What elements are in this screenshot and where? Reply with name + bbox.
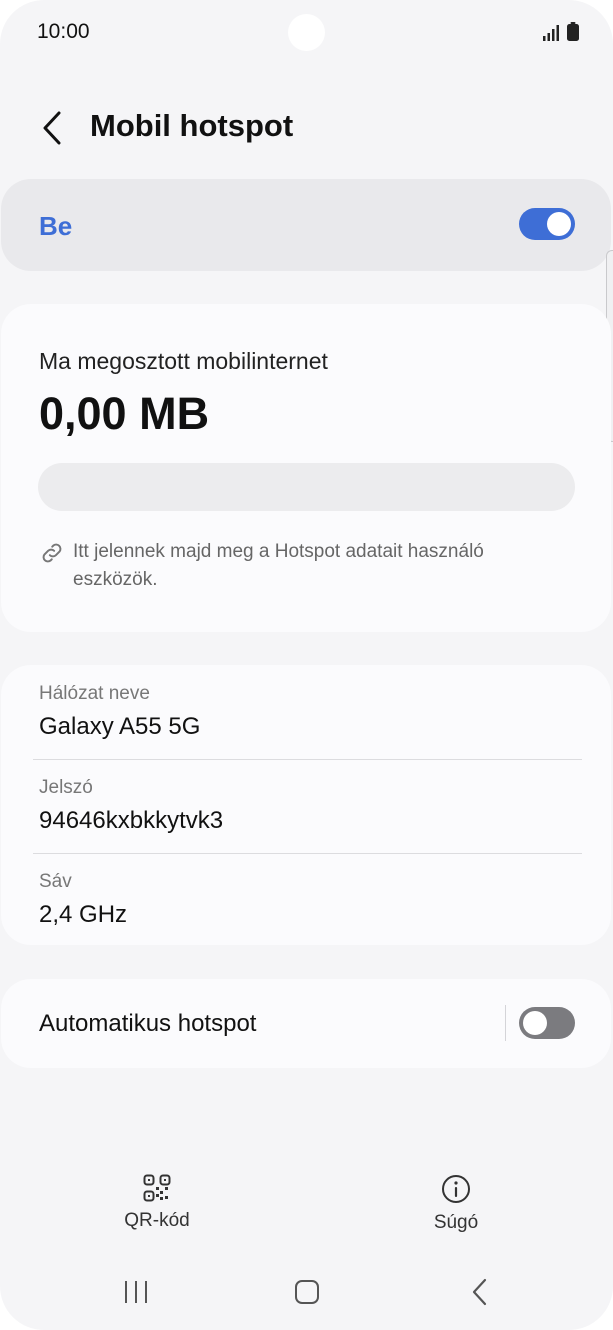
back-button[interactable]: [30, 104, 74, 152]
qr-code-label: QR-kód: [124, 1210, 190, 1231]
password-label: Jelszó: [39, 777, 93, 798]
band-label: Sáv: [39, 871, 72, 892]
band-value: 2,4 GHz: [39, 901, 128, 928]
chevron-left-icon: [43, 111, 61, 145]
page-title: Mobil hotspot: [90, 108, 294, 143]
status-time: 10:00: [37, 20, 90, 43]
divider: [33, 759, 582, 760]
band-row[interactable]: Sáv 2,4 GHz: [39, 871, 582, 929]
connected-devices-info: Itt jelennek majd meg a Hotspot adatait …: [39, 538, 559, 594]
info-icon: [442, 1175, 470, 1203]
master-switch-label: Be: [39, 211, 73, 241]
auto-hotspot-toggle[interactable]: [519, 1007, 575, 1039]
status-icons: [543, 22, 579, 41]
divider: [33, 853, 582, 854]
data-usage-card: Ma megosztott mobilinternet 0,00 MB Itt …: [1, 304, 611, 632]
auto-hotspot-row[interactable]: Automatikus hotspot: [1, 979, 611, 1068]
back-icon: [472, 1278, 487, 1306]
qr-code-button[interactable]: QR-kód: [97, 1174, 217, 1232]
network-name-value: Galaxy A55 5G: [39, 713, 201, 740]
qr-code-icon: [143, 1174, 171, 1202]
recents-button[interactable]: [122, 1278, 150, 1311]
usage-progress-bar: [38, 463, 575, 511]
network-name-label: Hálózat neve: [39, 683, 150, 704]
network-name-row[interactable]: Hálózat neve Galaxy A55 5G: [39, 683, 582, 741]
hotspot-master-switch-row[interactable]: Be: [1, 179, 611, 271]
usage-value: 0,00 MB: [39, 388, 210, 439]
battery-icon: [567, 22, 579, 41]
vertical-divider: [505, 1005, 506, 1041]
password-value: 94646kxbkkytvk3: [39, 807, 224, 834]
network-settings-card: Hálózat neve Galaxy A55 5G Jelszó 94646k…: [1, 665, 611, 945]
screen: 10:00 Mobil hotspot Be Ma megosztott mob…: [0, 0, 613, 1330]
connected-devices-text: Itt jelennek majd meg a Hotspot adatait …: [73, 541, 484, 590]
front-camera: [288, 14, 325, 51]
recents-icon: [125, 1281, 147, 1303]
password-row[interactable]: Jelszó 94646kxbkkytvk3: [39, 777, 582, 835]
signal-icon: [543, 25, 559, 41]
usage-label: Ma megosztott mobilinternet: [39, 348, 328, 374]
nav-back-button[interactable]: [466, 1278, 494, 1311]
link-icon: [42, 543, 62, 563]
help-label: Súgó: [433, 1212, 479, 1233]
home-button[interactable]: [293, 1278, 321, 1311]
auto-hotspot-label: Automatikus hotspot: [39, 1010, 257, 1037]
help-button[interactable]: Súgó: [396, 1174, 516, 1234]
hotspot-master-toggle[interactable]: [519, 208, 575, 240]
toggle-knob: [523, 1011, 547, 1035]
toggle-knob: [547, 212, 571, 236]
home-icon: [295, 1280, 319, 1304]
